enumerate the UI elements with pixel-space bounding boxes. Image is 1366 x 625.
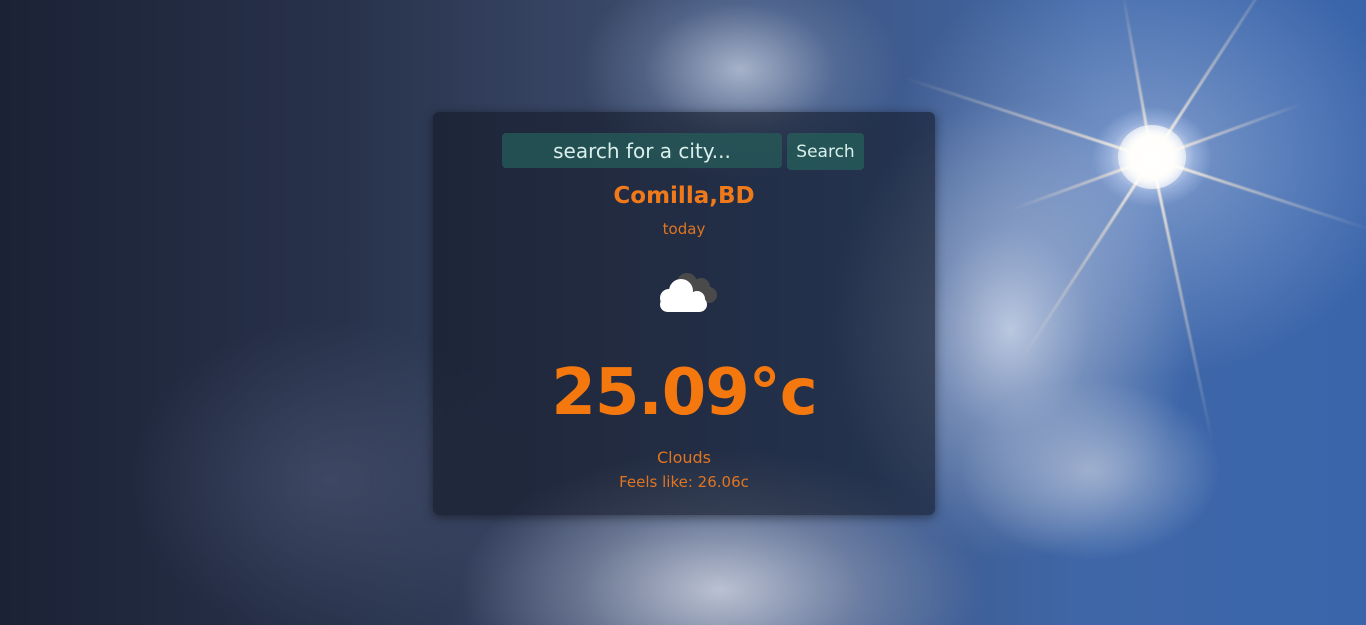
day-label: today <box>662 220 706 238</box>
sun-ray <box>1020 157 1154 361</box>
sun-ray <box>904 76 1153 160</box>
clouds-icon <box>660 273 717 312</box>
sun <box>1118 125 1186 189</box>
search-button[interactable]: Search <box>787 133 864 170</box>
sun-ray <box>1150 158 1214 443</box>
weather-card: Search Comilla,BD today 25.09°c Clouds F… <box>433 112 935 515</box>
feels-like: Feels like: 26.06c <box>619 473 749 491</box>
search-input[interactable] <box>502 133 782 168</box>
city-name: Comilla,BD <box>613 183 755 209</box>
search-bar: Search <box>502 133 864 170</box>
weather-condition: Clouds <box>656 448 712 467</box>
temperature: 25.09°c <box>551 356 817 430</box>
